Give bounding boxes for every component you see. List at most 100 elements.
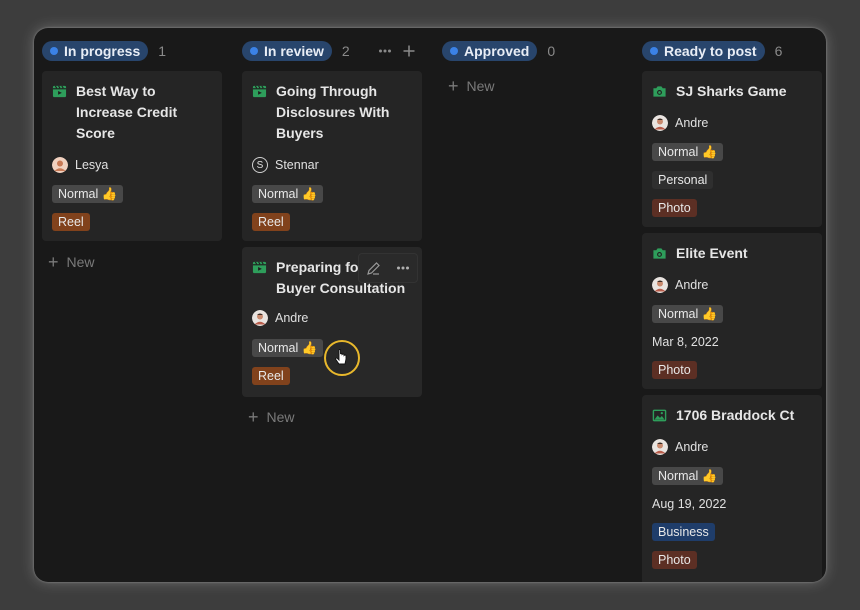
category-tag: Personal xyxy=(652,171,714,189)
board-card[interactable]: Best Way to Increase Credit Score Lesya … xyxy=(42,71,222,241)
type-tag: Reel xyxy=(252,367,290,385)
board-card[interactable]: SJ Sharks Game Andre Normal 👍 Personal P… xyxy=(642,71,822,227)
card-title: 1706 Braddock Ct xyxy=(676,407,795,423)
type-property: Reel xyxy=(252,367,290,385)
board-card-hovered[interactable]: Preparing for Buyer Consultation Andre N… xyxy=(242,247,422,397)
new-card-button[interactable]: + New xyxy=(448,76,495,96)
board-card[interactable]: 1706 Braddock Ct Andre Normal 👍 Aug 19, … xyxy=(642,395,822,582)
add-icon[interactable] xyxy=(402,44,416,58)
type-property: Photo xyxy=(652,551,697,569)
status-pill[interactable]: In progress xyxy=(42,41,149,61)
column-count: 1 xyxy=(158,43,167,59)
status-pill[interactable]: Ready to post xyxy=(642,41,765,61)
status-label: Approved xyxy=(464,43,530,59)
type-tag: Photo xyxy=(652,551,697,569)
status-pill[interactable]: In review xyxy=(242,41,332,61)
date-value: Mar 8, 2022 xyxy=(652,335,719,349)
assignee-property: S Stennar xyxy=(252,157,319,173)
avatar xyxy=(652,115,668,131)
assignee-name: Lesya xyxy=(75,158,109,172)
avatar xyxy=(52,157,68,173)
column-header: In progress 1 xyxy=(42,40,222,62)
more-options-icon xyxy=(396,266,409,270)
status-dot-icon xyxy=(50,47,58,55)
column-count: 6 xyxy=(774,43,783,59)
category-property: Business xyxy=(652,523,715,541)
date-property: Aug 19, 2022 xyxy=(652,497,726,511)
video-icon xyxy=(252,261,267,274)
card-hover-toolbar xyxy=(358,253,418,283)
assignee-name: Andre xyxy=(675,116,709,130)
board-card[interactable]: Elite Event Andre Normal 👍 Mar 8, 2022 P… xyxy=(642,233,822,389)
assignee-name: Andre xyxy=(675,278,709,292)
column-actions xyxy=(378,40,416,62)
avatar xyxy=(252,310,268,326)
assignee-name: Stennar xyxy=(275,158,319,172)
status-label: In progress xyxy=(64,43,141,59)
edit-button[interactable] xyxy=(359,254,388,282)
type-property: Reel xyxy=(252,213,290,231)
type-property: Photo xyxy=(652,361,697,379)
column-header: Approved 0 xyxy=(442,40,622,62)
card-title: Elite Event xyxy=(676,245,748,261)
status-dot-icon xyxy=(650,47,658,55)
priority-property: Normal 👍 xyxy=(252,185,324,203)
video-icon xyxy=(252,85,267,98)
card-title: Best Way to Increase Credit Score xyxy=(76,83,178,141)
pencil-icon xyxy=(367,261,380,275)
column-header: Ready to post 6 xyxy=(642,40,822,62)
hand-cursor-icon xyxy=(335,349,347,365)
assignee-property: Andre xyxy=(252,310,308,326)
column-count: 2 xyxy=(341,43,350,59)
type-tag: Photo xyxy=(652,361,697,379)
category-tag: Business xyxy=(652,523,715,541)
status-pill[interactable]: Approved xyxy=(442,41,538,61)
avatar-initial: S xyxy=(256,159,264,171)
camera-icon xyxy=(653,86,666,97)
image-icon xyxy=(652,409,667,422)
type-tag: Reel xyxy=(52,213,90,231)
new-label: New xyxy=(266,409,295,425)
plus-icon: + xyxy=(448,76,459,96)
priority-tag: Normal 👍 xyxy=(252,339,324,357)
priority-property: Normal 👍 xyxy=(252,339,324,357)
status-label: In review xyxy=(264,43,324,59)
assignee-name: Andre xyxy=(675,440,709,454)
date-value: Aug 19, 2022 xyxy=(652,497,727,511)
date-property: Mar 8, 2022 xyxy=(652,335,719,349)
status-dot-icon xyxy=(450,47,458,55)
priority-property: Normal 👍 xyxy=(652,467,724,485)
status-label: Ready to post xyxy=(664,43,757,59)
card-title: SJ Sharks Game xyxy=(676,83,787,99)
more-button[interactable] xyxy=(388,254,417,282)
avatar xyxy=(652,439,668,455)
new-label: New xyxy=(66,254,95,270)
priority-tag: Normal 👍 xyxy=(652,143,724,161)
assignee-name: Andre xyxy=(275,311,309,325)
new-label: New xyxy=(466,78,495,94)
status-dot-icon xyxy=(250,47,258,55)
assignee-property: Lesya xyxy=(52,157,108,173)
priority-tag: Normal 👍 xyxy=(252,185,324,203)
plus-icon: + xyxy=(248,407,259,427)
type-property: Photo xyxy=(652,199,697,217)
plus-icon: + xyxy=(48,252,59,272)
priority-tag: Normal 👍 xyxy=(52,185,124,203)
type-tag: Reel xyxy=(252,213,290,231)
new-card-button[interactable]: + New xyxy=(248,407,295,427)
priority-tag: Normal 👍 xyxy=(652,467,724,485)
assignee-property: Andre xyxy=(652,277,708,293)
camera-icon xyxy=(653,248,666,259)
column-count: 0 xyxy=(547,43,556,59)
avatar: S xyxy=(252,157,268,173)
cursor-highlight xyxy=(324,340,360,376)
board-window: In progress 1 Best Way to Increase Credi… xyxy=(34,28,826,582)
priority-tag: Normal 👍 xyxy=(652,305,724,323)
priority-property: Normal 👍 xyxy=(652,143,724,161)
new-card-button[interactable]: + New xyxy=(48,252,95,272)
board-card[interactable]: Going Through Disclosures With Buyers S … xyxy=(242,71,422,241)
more-options-icon[interactable] xyxy=(378,44,392,58)
category-property: Personal xyxy=(652,171,714,189)
priority-property: Normal 👍 xyxy=(52,185,124,203)
assignee-property: Andre xyxy=(652,439,708,455)
